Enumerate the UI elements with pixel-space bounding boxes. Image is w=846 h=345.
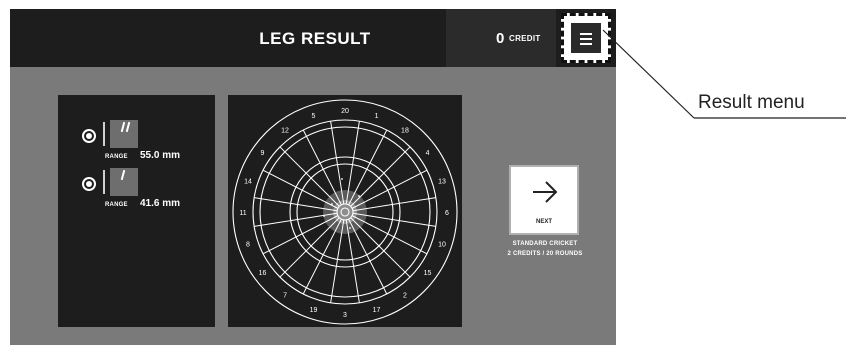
callout-label: Result menu bbox=[698, 92, 805, 113]
callout-line bbox=[602, 29, 846, 119]
